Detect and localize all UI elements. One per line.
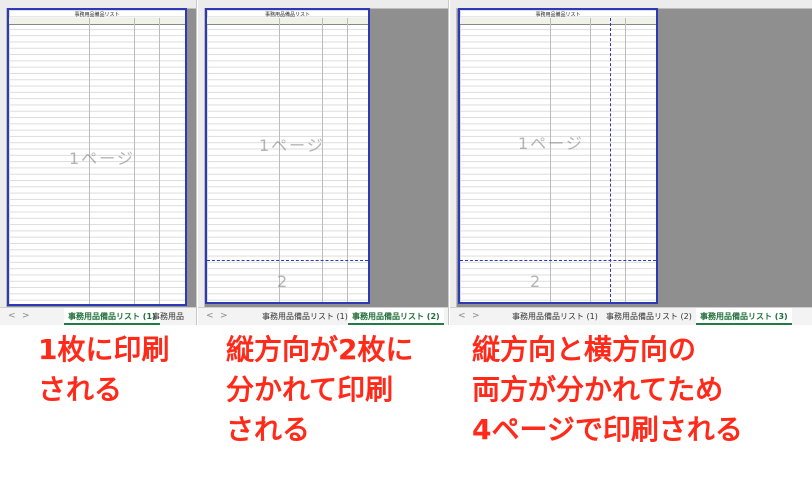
sheet-title: 事務用品備品リスト — [264, 12, 310, 18]
tab-next-button[interactable]: > — [22, 311, 30, 321]
page-break-preview: 事務用品備品リスト 1ページ — [0, 0, 196, 308]
page-1-watermark: 1ページ — [518, 134, 584, 153]
caption-3-line-2: 両方が分かれてため — [472, 373, 724, 406]
sheet-tab-2[interactable]: 事務用品 — [148, 308, 188, 325]
caption-1-line-1: 1枚に印刷 — [38, 333, 170, 366]
tab-prev-button[interactable]: < — [458, 311, 466, 321]
caption-1: 1枚に印刷 される — [38, 330, 169, 410]
table-header-row — [460, 18, 656, 25]
sheet-tab-bar: < > 事務用品備品リスト (1) 事務用品備品リスト (2) 事務用品備品リス… — [450, 307, 812, 325]
page-watermark: 1ページ — [69, 149, 135, 168]
sheet-tab-bar: < > 事務用品備品リスト (1) 事務用品 — [0, 307, 196, 325]
sheet-tab-1[interactable]: 事務用品備品リスト (1) — [258, 308, 352, 325]
tab-next-button[interactable]: > — [220, 311, 228, 321]
caption-1-line-2: される — [38, 373, 123, 406]
page-break-preview: 事務用品備品リスト 1ページ 2 — [450, 0, 812, 308]
tab-prev-button[interactable]: < — [206, 311, 214, 321]
caption-2-line-1: 縦方向が2枚に — [226, 333, 414, 366]
excel-panel-2: 事務用品備品リスト 1ページ 2 < > 事務用品備品リスト (1) 事務用品備… — [198, 0, 449, 325]
sheet-title: 事務用品備品リスト — [535, 12, 581, 18]
caption-3: 縦方向と横方向の 両方が分かれてため 4ページで印刷される — [472, 330, 743, 450]
excel-panel-3: 事務用品備品リスト 1ページ 2 < > 事務用品備品リスト (1) 事務用品備… — [450, 0, 812, 325]
page-2-watermark: 2 — [530, 272, 543, 291]
tab-next-button[interactable]: > — [472, 311, 480, 321]
caption-2-line-2: 分かれて印刷 — [226, 373, 394, 406]
page-1-watermark: 1ページ — [259, 136, 325, 155]
sheet-tab-2[interactable]: 事務用品備品リスト (2) — [602, 308, 696, 325]
caption-3-line-1: 縦方向と横方向の — [472, 333, 697, 366]
printed-pages: 事務用品備品リスト 1ページ 2 — [205, 8, 370, 304]
caption-2: 縦方向が2枚に 分かれて印刷 される — [226, 330, 413, 450]
sheet-tab-1[interactable]: 事務用品備品リスト (1) — [508, 308, 602, 325]
sheet-tab-1[interactable]: 事務用品備品リスト (1) — [64, 308, 160, 325]
page-break-preview: 事務用品備品リスト 1ページ 2 — [198, 0, 448, 308]
horizontal-page-break — [460, 260, 656, 261]
sheet-tab-2[interactable]: 事務用品備品リスト (2) — [348, 308, 444, 325]
sheet-tab-bar: < > 事務用品備品リスト (1) 事務用品備品リスト (2) — [198, 307, 448, 325]
excel-panel-1: 事務用品備品リスト 1ページ < > 事務用品備品リスト (1) 事務用品 — [0, 0, 197, 325]
sheet-title: 事務用品備品リスト — [74, 12, 120, 18]
table-header-row — [207, 18, 368, 25]
tab-prev-button[interactable]: < — [8, 311, 16, 321]
page-2-watermark: 2 — [277, 272, 290, 291]
sheet-tab-3[interactable]: 事務用品備品リスト (3) — [696, 308, 792, 325]
row-headers — [0, 8, 7, 308]
row-headers — [198, 8, 205, 308]
printed-page-1: 事務用品備品リスト 1ページ — [7, 8, 187, 306]
row-headers — [450, 8, 457, 308]
printed-pages: 事務用品備品リスト 1ページ 2 — [458, 8, 658, 304]
caption-3-line-3: 4ページで印刷される — [472, 413, 743, 446]
caption-2-line-3: される — [226, 413, 311, 446]
horizontal-page-break — [207, 260, 368, 261]
